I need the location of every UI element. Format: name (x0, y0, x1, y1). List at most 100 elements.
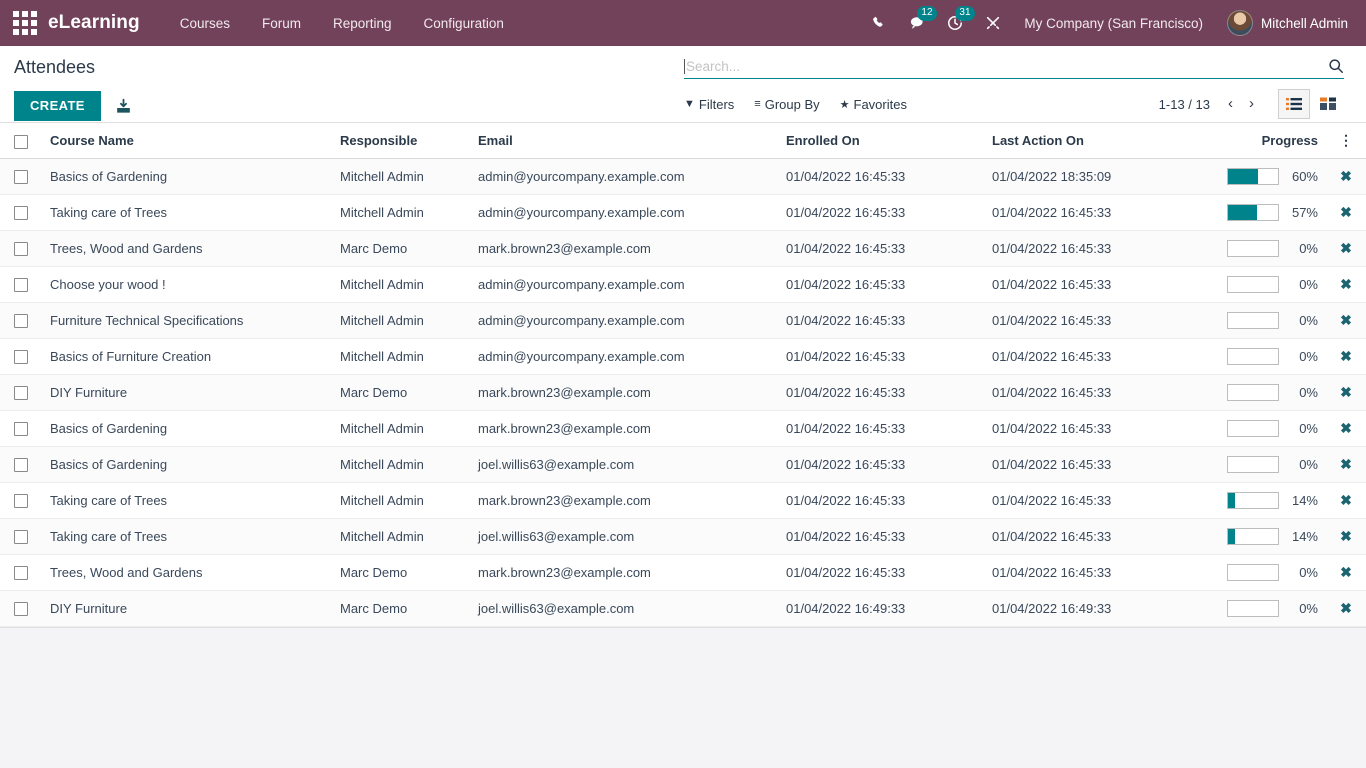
remove-x-icon[interactable]: ✖ (1340, 565, 1352, 579)
cell-enrolled-on[interactable]: 01/04/2022 16:45:33 (778, 446, 984, 482)
remove-x-icon[interactable]: ✖ (1340, 529, 1352, 543)
cell-email[interactable]: admin@yourcompany.example.com (470, 266, 778, 302)
remove-x-icon[interactable]: ✖ (1340, 313, 1352, 327)
cell-course-name[interactable]: DIY Furniture (42, 374, 332, 410)
cell-last-action-on[interactable]: 01/04/2022 16:45:33 (984, 410, 1196, 446)
search-input[interactable] (686, 59, 1322, 74)
cell-progress[interactable]: 14% (1196, 482, 1326, 518)
cell-last-action-on[interactable]: 01/04/2022 16:45:33 (984, 518, 1196, 554)
cell-responsible[interactable]: Marc Demo (332, 590, 470, 626)
table-row[interactable]: Basics of GardeningMitchell Adminadmin@y… (0, 158, 1366, 194)
import-upload-icon[interactable] (111, 96, 136, 117)
cell-responsible[interactable]: Mitchell Admin (332, 266, 470, 302)
column-header-email[interactable]: Email (470, 123, 778, 158)
cell-enrolled-on[interactable]: 01/04/2022 16:45:33 (778, 554, 984, 590)
row-checkbox[interactable] (14, 170, 28, 184)
menu-item-forum[interactable]: Forum (246, 3, 317, 44)
table-row[interactable]: Basics of GardeningMitchell Adminjoel.wi… (0, 446, 1366, 482)
row-checkbox[interactable] (14, 242, 28, 256)
cell-last-action-on[interactable]: 01/04/2022 18:35:09 (984, 158, 1196, 194)
cell-progress[interactable]: 0% (1196, 410, 1326, 446)
cell-last-action-on[interactable]: 01/04/2022 16:45:33 (984, 194, 1196, 230)
remove-x-icon[interactable]: ✖ (1340, 601, 1352, 615)
cell-progress[interactable]: 60% (1196, 158, 1326, 194)
cell-enrolled-on[interactable]: 01/04/2022 16:45:33 (778, 266, 984, 302)
search-icon[interactable] (1322, 58, 1344, 74)
create-button[interactable]: CREATE (14, 91, 101, 121)
row-checkbox[interactable] (14, 206, 28, 220)
cell-enrolled-on[interactable]: 01/04/2022 16:45:33 (778, 338, 984, 374)
cell-enrolled-on[interactable]: 01/04/2022 16:45:33 (778, 302, 984, 338)
table-row[interactable]: Choose your wood !Mitchell Adminadmin@yo… (0, 266, 1366, 302)
row-checkbox[interactable] (14, 422, 28, 436)
cell-responsible[interactable]: Mitchell Admin (332, 302, 470, 338)
vertical-dots-icon[interactable]: ⋮ (1339, 132, 1353, 148)
row-checkbox[interactable] (14, 530, 28, 544)
row-checkbox[interactable] (14, 314, 28, 328)
cell-responsible[interactable]: Mitchell Admin (332, 518, 470, 554)
cell-last-action-on[interactable]: 01/04/2022 16:45:33 (984, 338, 1196, 374)
cell-course-name[interactable]: Basics of Gardening (42, 410, 332, 446)
cell-email[interactable]: admin@yourcompany.example.com (470, 302, 778, 338)
cell-course-name[interactable]: DIY Furniture (42, 590, 332, 626)
cell-last-action-on[interactable]: 01/04/2022 16:45:33 (984, 266, 1196, 302)
cell-responsible[interactable]: Marc Demo (332, 230, 470, 266)
cell-progress[interactable]: 0% (1196, 266, 1326, 302)
chevron-left-icon[interactable]: ‹ (1222, 95, 1239, 113)
phone-icon[interactable] (862, 6, 896, 40)
cell-responsible[interactable]: Mitchell Admin (332, 194, 470, 230)
search-bar[interactable] (684, 58, 1344, 79)
cell-email[interactable]: admin@yourcompany.example.com (470, 158, 778, 194)
column-header-enrolled-on[interactable]: Enrolled On (778, 123, 984, 158)
row-checkbox[interactable] (14, 494, 28, 508)
cell-course-name[interactable]: Trees, Wood and Gardens (42, 230, 332, 266)
cell-last-action-on[interactable]: 01/04/2022 16:45:33 (984, 554, 1196, 590)
debug-tools-icon[interactable] (976, 6, 1010, 40)
cell-course-name[interactable]: Basics of Gardening (42, 158, 332, 194)
column-header-progress[interactable]: Progress (1196, 123, 1326, 158)
list-view-toggle[interactable] (1278, 89, 1310, 119)
apps-grid-icon[interactable] (8, 8, 42, 38)
cell-responsible[interactable]: Marc Demo (332, 554, 470, 590)
row-checkbox[interactable] (14, 566, 28, 580)
cell-enrolled-on[interactable]: 01/04/2022 16:45:33 (778, 518, 984, 554)
table-row[interactable]: DIY FurnitureMarc Demomark.brown23@examp… (0, 374, 1366, 410)
app-brand-elearning[interactable]: eLearning (48, 12, 140, 34)
menu-item-courses[interactable]: Courses (164, 3, 246, 44)
cell-responsible[interactable]: Mitchell Admin (332, 410, 470, 446)
cell-enrolled-on[interactable]: 01/04/2022 16:45:33 (778, 482, 984, 518)
cell-enrolled-on[interactable]: 01/04/2022 16:45:33 (778, 230, 984, 266)
cell-enrolled-on[interactable]: 01/04/2022 16:45:33 (778, 194, 984, 230)
cell-email[interactable]: mark.brown23@example.com (470, 554, 778, 590)
cell-responsible[interactable]: Mitchell Admin (332, 446, 470, 482)
cell-email[interactable]: mark.brown23@example.com (470, 374, 778, 410)
cell-last-action-on[interactable]: 01/04/2022 16:45:33 (984, 374, 1196, 410)
row-checkbox[interactable] (14, 386, 28, 400)
cell-last-action-on[interactable]: 01/04/2022 16:45:33 (984, 302, 1196, 338)
cell-course-name[interactable]: Furniture Technical Specifications (42, 302, 332, 338)
cell-course-name[interactable]: Taking care of Trees (42, 482, 332, 518)
cell-enrolled-on[interactable]: 01/04/2022 16:45:33 (778, 374, 984, 410)
remove-x-icon[interactable]: ✖ (1340, 241, 1352, 255)
cell-email[interactable]: mark.brown23@example.com (470, 482, 778, 518)
remove-x-icon[interactable]: ✖ (1340, 457, 1352, 471)
cell-email[interactable]: admin@yourcompany.example.com (470, 338, 778, 374)
menu-item-reporting[interactable]: Reporting (317, 3, 408, 44)
cell-course-name[interactable]: Basics of Gardening (42, 446, 332, 482)
remove-x-icon[interactable]: ✖ (1340, 349, 1352, 363)
cell-progress[interactable]: 0% (1196, 230, 1326, 266)
cell-last-action-on[interactable]: 01/04/2022 16:45:33 (984, 446, 1196, 482)
cell-responsible[interactable]: Mitchell Admin (332, 338, 470, 374)
cell-last-action-on[interactable]: 01/04/2022 16:45:33 (984, 230, 1196, 266)
cell-progress[interactable]: 0% (1196, 374, 1326, 410)
cell-last-action-on[interactable]: 01/04/2022 16:45:33 (984, 482, 1196, 518)
table-row[interactable]: Taking care of TreesMitchell Adminmark.b… (0, 482, 1366, 518)
remove-x-icon[interactable]: ✖ (1340, 205, 1352, 219)
cell-progress[interactable]: 0% (1196, 590, 1326, 626)
remove-x-icon[interactable]: ✖ (1340, 169, 1352, 183)
company-switcher[interactable]: My Company (San Francisco) (1010, 16, 1217, 31)
user-menu[interactable]: Mitchell Admin (1217, 10, 1354, 36)
cell-progress[interactable]: 0% (1196, 302, 1326, 338)
row-checkbox[interactable] (14, 458, 28, 472)
table-row[interactable]: DIY FurnitureMarc Demojoel.willis63@exam… (0, 590, 1366, 626)
